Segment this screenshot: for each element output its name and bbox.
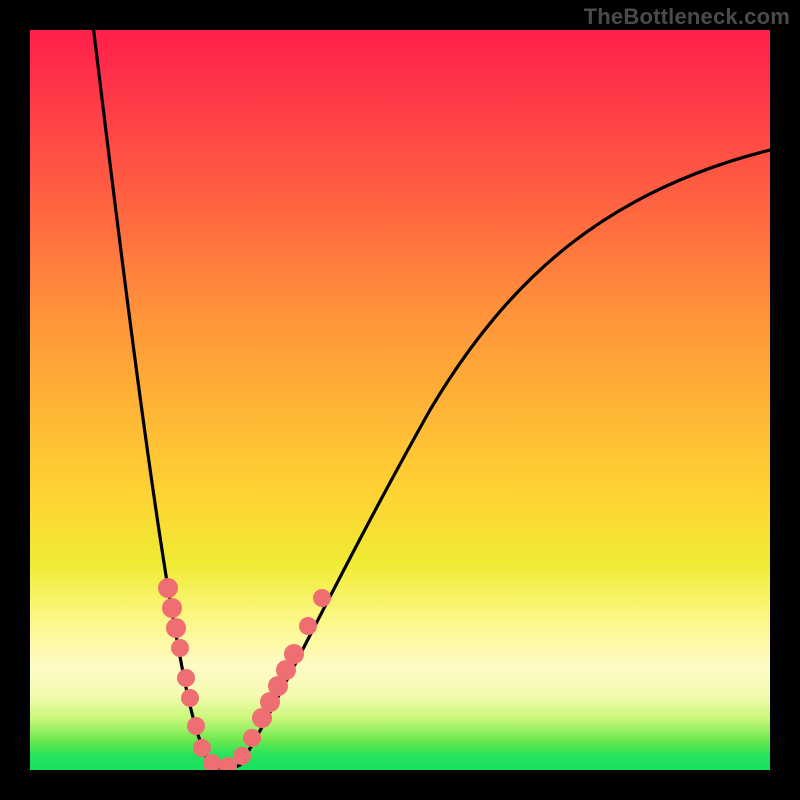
bottleneck-curve — [30, 30, 770, 770]
watermark-text: TheBottleneck.com — [584, 4, 790, 30]
curve-path — [90, 30, 770, 769]
curve-dots — [158, 578, 331, 770]
chart-frame: TheBottleneck.com — [0, 0, 800, 800]
plot-area — [30, 30, 770, 770]
